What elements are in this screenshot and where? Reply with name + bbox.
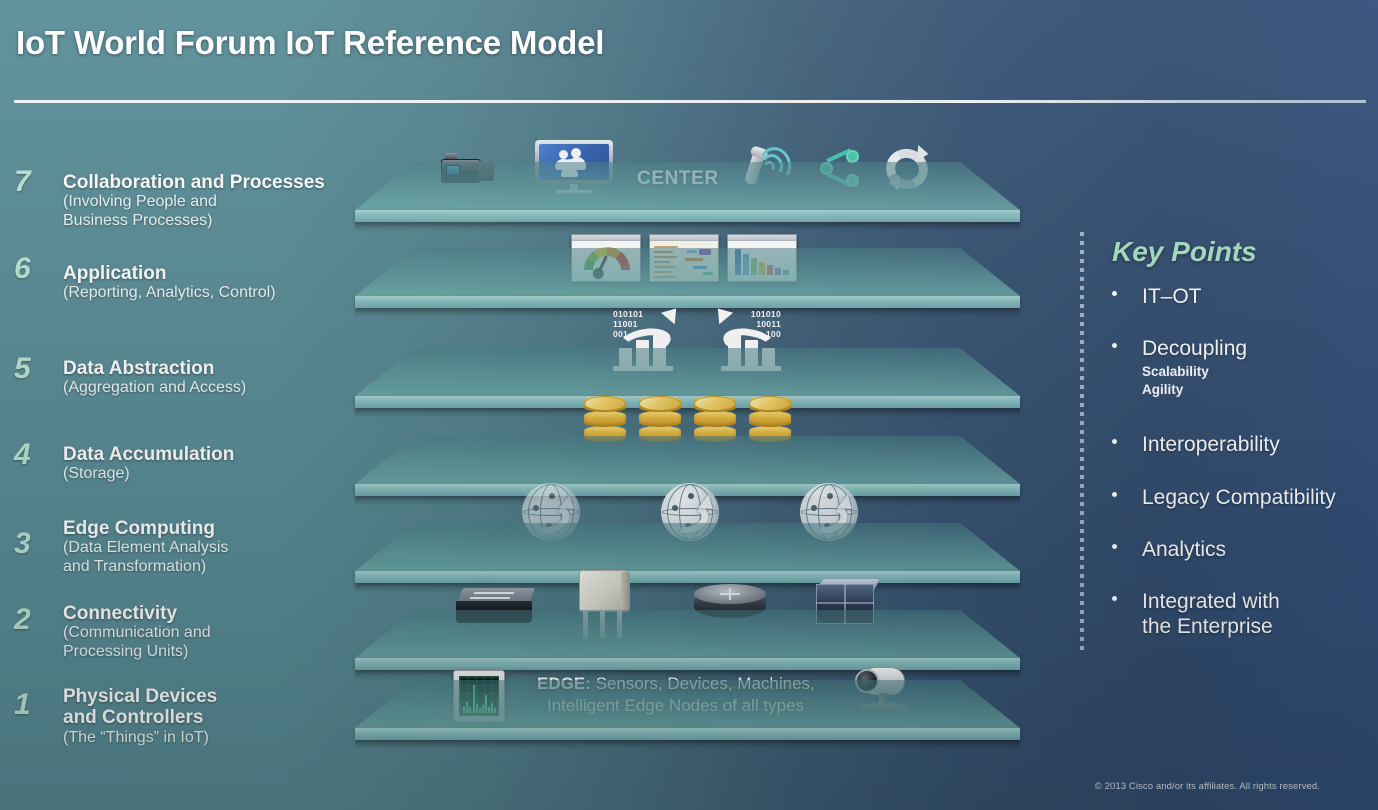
layer-subtitle: (Data Element Analysis and Transformatio…	[63, 539, 229, 576]
layer-title: Edge Computing	[63, 518, 215, 539]
key-point-label: Integrated with the Enterprise	[1142, 590, 1280, 639]
layer-title: Collaboration and Processes	[63, 172, 325, 193]
slide-canvas: IoT World Forum IoT Reference Model 7 Co…	[0, 0, 1378, 810]
key-points-divider	[1080, 232, 1084, 652]
layer-number: 1	[14, 688, 31, 721]
layer-subtitle: (Aggregation and Access)	[63, 379, 247, 397]
key-point-item: Analytics	[1112, 537, 1378, 562]
key-point-item: IT–OT	[1112, 284, 1378, 309]
layer-number: 4	[14, 438, 31, 471]
key-point-sublabel: Scalability	[1142, 364, 1209, 380]
layer-subtitle: (The “Things” in IoT)	[63, 728, 209, 746]
key-point-label: Legacy Compatibility	[1142, 486, 1336, 509]
layer-number: 5	[14, 352, 31, 385]
layer-number: 7	[14, 165, 31, 198]
bullet-icon	[1112, 343, 1117, 348]
bullet-icon	[1112, 492, 1117, 497]
key-point-label: Interoperability	[1142, 433, 1280, 456]
bullet-icon	[1112, 439, 1117, 444]
bullet-icon	[1112, 596, 1117, 601]
bullet-icon	[1112, 291, 1117, 296]
key-points-title: Key Points	[1112, 236, 1257, 267]
key-point-item: Legacy Compatibility	[1112, 485, 1378, 510]
key-point-sublabel: Agility	[1142, 382, 1184, 398]
layer-subtitle: (Reporting, Analytics, Control)	[63, 284, 276, 302]
layer-title: Application	[63, 263, 167, 284]
layer-subtitle: (Storage)	[63, 465, 130, 483]
key-point-sublabels: Scalability Agility	[1142, 363, 1378, 399]
key-point-label: Analytics	[1142, 538, 1227, 561]
reference-model-stack: 7 Collaboration and Processes (Involving…	[0, 0, 1060, 810]
key-point-label: Decoupling	[1142, 337, 1248, 360]
layer-title: Data Accumulation	[63, 444, 235, 465]
layer-number: 2	[14, 603, 31, 636]
layer-number: 3	[14, 527, 31, 560]
layer-subtitle: (Communication and Processing Units)	[63, 624, 211, 661]
key-point-label: IT–OT	[1142, 285, 1202, 308]
key-point-item: Interoperability	[1112, 432, 1378, 457]
layer-subtitle: (Involving People and Business Processes…	[63, 193, 217, 230]
key-point-item: Decoupling Scalability Agility	[1112, 336, 1378, 400]
layer-title: Connectivity	[63, 603, 178, 624]
layer-number: 6	[14, 252, 31, 285]
layer-title: Data Abstraction	[63, 358, 215, 379]
bullet-icon	[1112, 544, 1117, 549]
key-point-item: Integrated with the Enterprise	[1112, 589, 1378, 639]
layer-title: Physical Devices and Controllers	[63, 686, 218, 729]
copyright-notice: © 2013 Cisco and/or its affiliates. All …	[1094, 781, 1320, 792]
